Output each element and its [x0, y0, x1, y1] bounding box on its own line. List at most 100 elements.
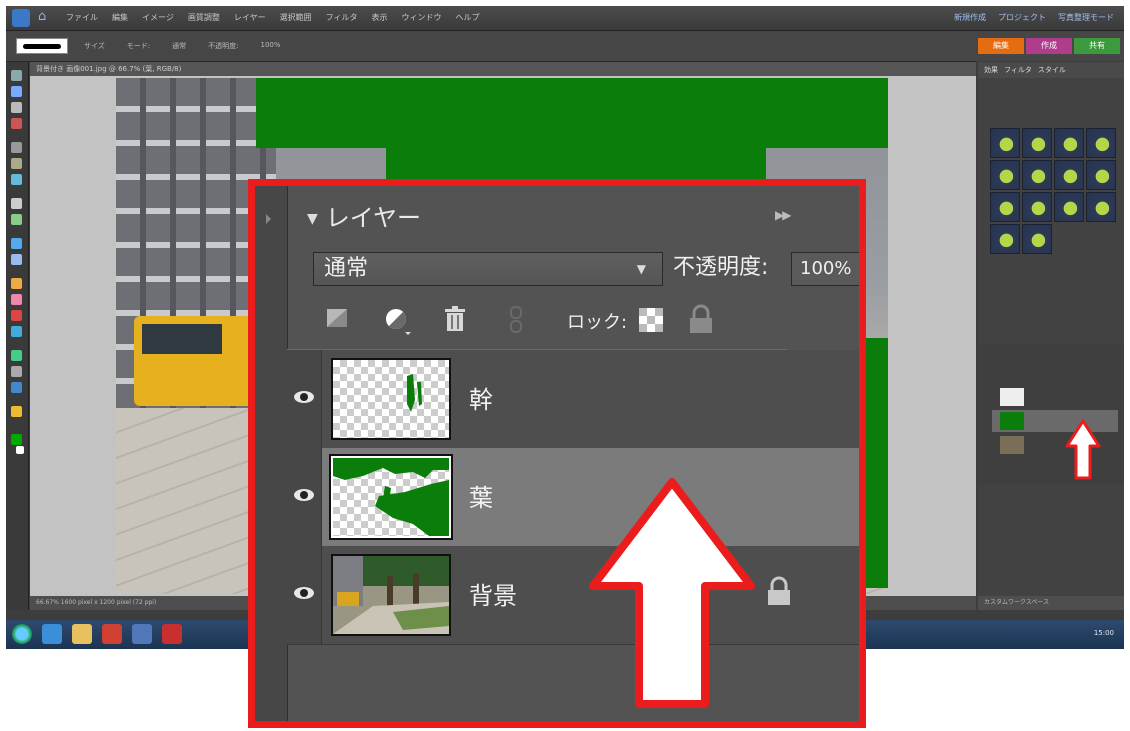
move-tool-icon[interactable]: [11, 70, 22, 81]
tab-filters[interactable]: フィルタ: [1004, 62, 1032, 78]
menu-item[interactable]: ヘルプ: [455, 12, 479, 23]
tab-effects[interactable]: 効果: [984, 62, 998, 78]
effect-thumbnail[interactable]: [1054, 160, 1084, 190]
tab-share[interactable]: 共有: [1074, 38, 1120, 54]
gradient-tool-icon[interactable]: [11, 326, 22, 337]
effect-thumbnail[interactable]: [990, 160, 1020, 190]
organizer-button[interactable]: 写真整理モード: [1058, 12, 1114, 23]
app-logo-icon[interactable]: [12, 9, 30, 27]
magic-wand-tool-icon[interactable]: [11, 174, 22, 185]
blend-mode-value: 通常: [324, 256, 369, 281]
panel-disclosure-icon[interactable]: ▼: [307, 211, 318, 227]
foreground-color-icon[interactable]: [11, 434, 22, 445]
adjustment-layer-icon[interactable]: [383, 306, 413, 340]
tab-create[interactable]: 作成: [1026, 38, 1072, 54]
blur-tool-icon[interactable]: [11, 366, 22, 377]
eye-icon[interactable]: [293, 586, 315, 600]
effect-thumbnail[interactable]: [1054, 192, 1084, 222]
eye-icon[interactable]: [293, 488, 315, 502]
mode-select[interactable]: 通常: [172, 41, 186, 51]
type-tool-icon[interactable]: [11, 198, 22, 209]
effect-thumbnail[interactable]: [1086, 192, 1116, 222]
menu-item[interactable]: レイヤー: [234, 12, 266, 23]
layer-row[interactable]: 幹: [287, 350, 859, 449]
collapse-arrow-icon[interactable]: [266, 214, 271, 224]
menu-item[interactable]: 表示: [371, 12, 387, 23]
background-color-icon[interactable]: [16, 446, 24, 454]
eraser-tool-icon[interactable]: [11, 294, 22, 305]
marquee-tool-icon[interactable]: [11, 142, 22, 153]
leaf-area: [256, 78, 888, 148]
opacity-input[interactable]: 100%: [791, 252, 859, 286]
new-button[interactable]: 新規作成: [954, 12, 986, 23]
effect-thumbnail[interactable]: [990, 224, 1020, 254]
folder-icon[interactable]: [72, 624, 92, 644]
layer-thumbnail[interactable]: [329, 454, 453, 540]
redeye-tool-icon[interactable]: [11, 238, 22, 249]
up-arrow-icon: [1065, 419, 1101, 480]
menu-item[interactable]: 選択範囲: [280, 12, 312, 23]
menu-item[interactable]: ファイル: [66, 12, 98, 23]
trash-icon[interactable]: [443, 306, 467, 336]
effect-thumbnail[interactable]: [1022, 160, 1052, 190]
effect-thumbnail[interactable]: [990, 128, 1020, 158]
layer-name[interactable]: 幹: [469, 380, 493, 415]
lasso-tool-icon[interactable]: [11, 158, 22, 169]
tab-edit[interactable]: 編集: [978, 38, 1024, 54]
eyedropper-tool-icon[interactable]: [11, 118, 22, 129]
new-layer-icon[interactable]: [325, 306, 349, 334]
brush-preset-picker[interactable]: [16, 38, 68, 54]
layer-row-selected[interactable]: 葉: [287, 448, 859, 547]
menu-bar: ⌂ ファイル 編集 イメージ 画質調整 レイヤー 選択範囲 フィルタ 表示 ウィ…: [6, 6, 1124, 31]
workspace-status: カスタムワークスペース: [978, 596, 1124, 610]
layer-thumbnail[interactable]: [331, 358, 451, 440]
shape-tool-icon[interactable]: [11, 350, 22, 361]
effect-thumbnail[interactable]: [1022, 128, 1052, 158]
mini-layer-row[interactable]: [992, 386, 1118, 408]
home-icon[interactable]: ⌂: [38, 10, 52, 24]
crop-tool-icon[interactable]: [11, 214, 22, 225]
menu-item[interactable]: 編集: [112, 12, 128, 23]
paint-bucket-tool-icon[interactable]: [11, 310, 22, 321]
effect-thumbnail[interactable]: [1086, 128, 1116, 158]
effect-thumbnail[interactable]: [1022, 224, 1052, 254]
layers-panel-header[interactable]: ▼ レイヤー: [307, 198, 421, 233]
media-player-icon[interactable]: [102, 624, 122, 644]
menu-item[interactable]: ウィンドウ: [401, 12, 441, 23]
opacity-field[interactable]: 100%: [261, 41, 281, 51]
panel-menu-icon[interactable]: ▶▶: [775, 208, 792, 222]
link-icon[interactable]: [509, 306, 523, 338]
healing-tool-icon[interactable]: [11, 254, 22, 265]
visibility-toggle[interactable]: [287, 350, 322, 448]
start-button-icon[interactable]: [12, 624, 32, 644]
visibility-toggle[interactable]: [287, 546, 322, 644]
effect-thumbnail[interactable]: [990, 192, 1020, 222]
layer-thumbnail[interactable]: [331, 554, 451, 636]
layer-name[interactable]: 葉: [469, 478, 493, 513]
lock-transparency-icon[interactable]: [639, 308, 663, 332]
menu-item[interactable]: イメージ: [142, 12, 174, 23]
browser-icon[interactable]: [42, 624, 62, 644]
project-button[interactable]: プロジェクト: [998, 12, 1046, 23]
pdf-icon[interactable]: [162, 624, 182, 644]
layer-row[interactable]: 背景: [287, 546, 859, 645]
menu-item[interactable]: 画質調整: [188, 12, 220, 23]
menu-item[interactable]: フィルタ: [326, 12, 358, 23]
blend-mode-select[interactable]: 通常 ▼: [313, 252, 663, 286]
hand-tool-icon[interactable]: [11, 102, 22, 113]
pencil-tool-icon[interactable]: [11, 406, 22, 417]
lock-icon: [768, 576, 790, 605]
brush-tool-icon[interactable]: [11, 278, 22, 289]
lock-all-icon[interactable]: [687, 304, 715, 334]
effect-thumbnail[interactable]: [1054, 128, 1084, 158]
tab-styles[interactable]: スタイル: [1038, 62, 1066, 78]
panel-collapse-strip[interactable]: [255, 186, 288, 721]
effect-thumbnail[interactable]: [1086, 160, 1116, 190]
eye-icon[interactable]: [293, 390, 315, 404]
effect-thumbnail[interactable]: [1022, 192, 1052, 222]
app-icon[interactable]: [132, 624, 152, 644]
zoom-tool-icon[interactable]: [11, 86, 22, 97]
layer-name[interactable]: 背景: [469, 576, 517, 611]
sponge-tool-icon[interactable]: [11, 382, 22, 393]
visibility-toggle[interactable]: [287, 448, 322, 546]
